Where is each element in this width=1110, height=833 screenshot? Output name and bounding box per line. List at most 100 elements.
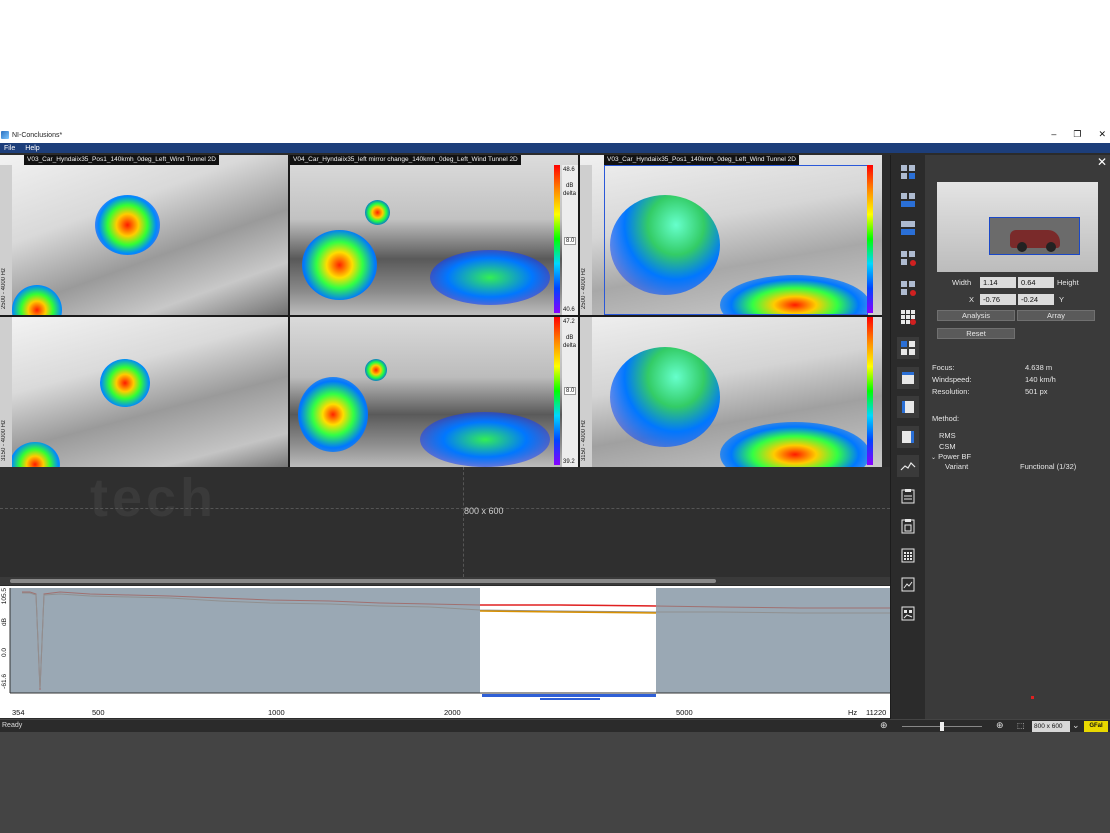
view-single-icon[interactable] [897,426,919,448]
clipboard-icon[interactable] [897,485,919,507]
menu-help[interactable]: Help [25,145,39,152]
menu-file[interactable]: File [4,145,15,152]
method-rms[interactable]: RMS [939,431,956,440]
method-label: Method: [932,414,960,423]
scale-mode: delta [563,343,577,349]
scale-bottom: 39.2 [563,459,575,465]
focus-row: Focus: 4.638 m [932,363,1052,372]
width-field[interactable]: 1.14 [980,277,1016,288]
color-scale-bar [554,317,560,465]
x-tick-label: 1000 [268,708,285,717]
grid-icon[interactable] [897,306,919,328]
scale-mid[interactable]: 8.0 [564,237,577,245]
x-tick-label: 2000 [444,708,461,717]
close-icon[interactable]: ✕ [1097,155,1107,169]
chevron-down-icon[interactable]: ⌄ [931,455,936,461]
x-tick-label: 11220 [866,708,887,717]
scale-mode: delta [563,191,577,197]
canvas-guide [463,467,464,577]
clipboard-icon[interactable] [897,515,919,537]
minimize-button[interactable]: – [1051,129,1056,140]
view-cell[interactable]: 2500 - 4000 Hz V03_Car_Hyndaiix35_Pos1_1… [580,155,882,315]
band-indicator[interactable] [482,694,656,697]
band-indicator[interactable] [540,698,600,700]
scale-unit: dB [566,335,574,341]
horizontal-scrollbar[interactable] [0,577,890,585]
heatmap-hotspot [365,200,390,225]
spectrum-chart[interactable]: 105.5 dB 0.0 -61.6 354 500 1000 2000 500… [0,586,891,718]
view-title: V03_Car_Hyndaiix35_Pos1_140kmh_0deg_Left… [24,155,219,165]
analysis-button[interactable]: Analysis [937,310,1015,321]
heatmap-hotspot [430,250,550,305]
layout-remove-icon[interactable] [897,247,919,269]
zoom-slider-knob[interactable] [940,722,944,731]
method-csm[interactable]: CSM [939,442,956,451]
grid-icon[interactable] [897,544,919,566]
app-icon [1,131,9,139]
view-title: V04_Car_Hyndaiix35_left mirror change_14… [290,155,521,165]
canvas-size-label: 800 x 600 [464,506,504,516]
x-label: X [969,295,975,304]
array-button[interactable]: Array [1017,310,1095,321]
chart-icon[interactable] [897,455,919,477]
heatmap-hotspot [420,412,550,467]
frequency-tab[interactable]: 2500 - 4000 Hz [580,165,592,315]
variant-row[interactable]: Variant Functional (1/32) [945,462,1076,471]
view-cell[interactable]: 2500 - 4000 Hz V03_Car_Hyndaiix35_Pos1_1… [0,155,288,315]
view-split-icon[interactable] [897,337,919,359]
y-axis-top: 105.5 [1,588,8,605]
menu-bar: File Help [0,143,1110,153]
clipboard-chart-icon[interactable] [897,573,919,595]
frequency-tab[interactable]: 2500 - 4000 Hz [0,165,12,315]
acoustic-view-grid: 2500 - 4000 Hz V03_Car_Hyndaiix35_Pos1_1… [0,155,882,467]
frequency-tab[interactable]: 3150 - 4000 Hz [580,317,592,467]
scrollbar-thumb[interactable] [10,579,716,583]
view-single-icon[interactable] [897,396,919,418]
focus-label: Focus: [932,363,955,372]
view-cell[interactable]: 3150 - 4000 Hz [0,317,288,467]
layout-remove-icon[interactable] [897,277,919,299]
scale-mid[interactable]: 8.0 [564,387,577,395]
view-cell[interactable]: 48.6 dB delta 8.0 40.6 V04_Car_Hyndaiix3… [290,155,578,315]
canvas-size-select[interactable]: 800 x 600 [1032,721,1070,732]
method-power-bf[interactable]: ⌄ Power BF [931,452,971,461]
status-bar: Ready ⊕ ⊕ ⬚ 800 x 600 ⌄ GFaI [0,719,1110,732]
frequency-tab[interactable]: 3150 - 4000 Hz [0,317,12,467]
overview-thumbnail[interactable] [937,182,1098,272]
view-cell[interactable]: 3150 - 4000 Hz [580,317,882,467]
reset-button[interactable]: Reset [937,328,1015,339]
color-scale: 47.2 dB delta 8.0 39.2 [562,317,578,467]
window-controls: – ❐ ✕ [1051,129,1106,140]
y-axis-bottom: -61.6 [1,674,8,689]
color-scale-bar [554,165,560,313]
fit-icon[interactable]: ⬚ [1017,721,1025,730]
view-single-icon[interactable] [897,367,919,389]
height-field[interactable]: 0.64 [1018,277,1054,288]
maximize-button[interactable]: ❐ [1073,129,1081,140]
power-bf-label: Power BF [938,452,972,461]
color-scale: 48.6 dB delta 8.0 40.6 [562,165,578,315]
heatmap-hotspot [100,359,150,407]
x-tick-label: 5000 [676,708,693,717]
clipboard-grid-icon[interactable] [897,602,919,624]
scale-top: 48.6 [563,167,575,173]
canvas-guide [0,508,890,509]
y-field[interactable]: -0.24 [1018,294,1054,305]
heatmap-hotspot [302,230,377,300]
chevron-down-icon[interactable]: ⌄ [1072,720,1080,731]
x-tick-label: 354 [12,708,25,717]
zoom-icon[interactable]: ⊕ [880,720,888,731]
zoom-slider[interactable] [902,722,982,731]
selection-rectangle[interactable] [989,217,1080,255]
x-field[interactable]: -0.76 [980,294,1016,305]
selected-band[interactable] [480,588,656,693]
layout-icon[interactable] [897,161,919,183]
layout-icon[interactable] [897,217,919,239]
close-window-button[interactable]: ✕ [1098,129,1106,140]
zoom-in-icon[interactable]: ⊕ [996,720,1004,731]
y-label: Y [1059,295,1065,304]
layout-icon[interactable] [897,189,919,211]
windspeed-row: Windspeed: 140 km/h [932,375,1056,384]
view-cell[interactable]: 47.2 dB delta 8.0 39.2 [290,317,578,467]
view-title: V03_Car_Hyndaiix35_Pos1_140kmh_0deg_Left… [604,155,799,165]
